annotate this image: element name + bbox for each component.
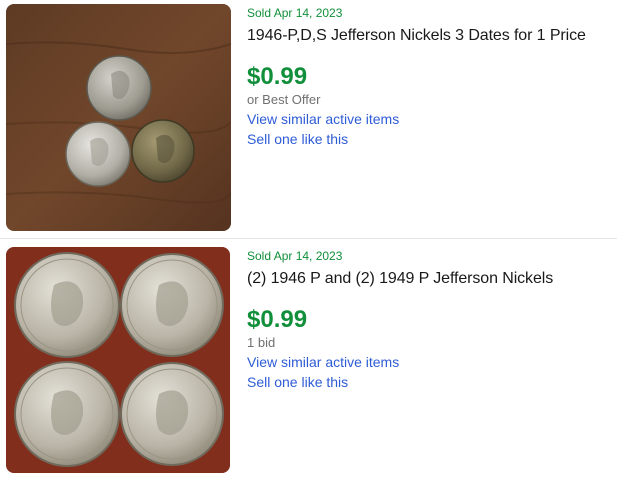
listing-title[interactable]: 1946-P,D,S Jefferson Nickels 3 Dates for…: [247, 26, 613, 46]
listing-image[interactable]: [6, 247, 230, 473]
coins-photo: [6, 4, 231, 231]
sold-price: $0.99: [247, 306, 308, 333]
sold-date: Sold Apr 14, 2023: [247, 249, 343, 263]
sell-one-link[interactable]: Sell one like this: [247, 129, 613, 149]
purchase-format: or Best Offer: [247, 92, 321, 107]
sold-price: $0.99: [247, 63, 308, 90]
listing-title[interactable]: (2) 1946 P and (2) 1949 P Jefferson Nick…: [247, 269, 613, 289]
listing-details: Sold Apr 14, 2023 (2) 1946 P and (2) 194…: [247, 249, 613, 392]
bid-count: 1 bid: [247, 335, 276, 350]
view-similar-link[interactable]: View similar active items: [247, 109, 613, 129]
view-similar-link[interactable]: View similar active items: [247, 352, 613, 372]
listing-image[interactable]: [6, 4, 231, 231]
sold-date: Sold Apr 14, 2023: [247, 6, 343, 20]
coins-photo: [6, 247, 230, 473]
listing-card: Sold Apr 14, 2023 1946-P,D,S Jefferson N…: [0, 0, 617, 238]
sell-one-link[interactable]: Sell one like this: [247, 372, 613, 392]
listing-card: Sold Apr 14, 2023 (2) 1946 P and (2) 194…: [0, 239, 617, 485]
listing-details: Sold Apr 14, 2023 1946-P,D,S Jefferson N…: [247, 6, 613, 149]
